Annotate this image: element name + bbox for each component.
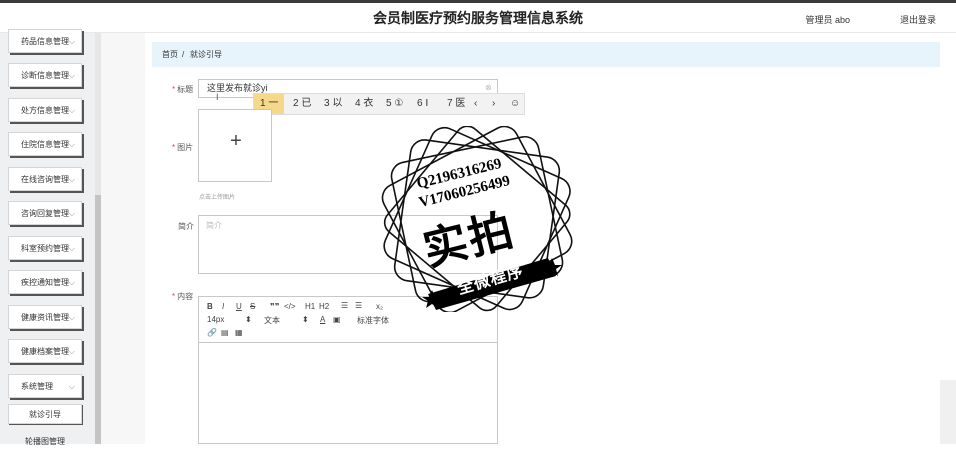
chevron-down-icon: ⌵ [68, 278, 75, 287]
chevron-down-icon: ⌵ [68, 106, 75, 115]
ime-candidate[interactable]: 7 医 [441, 94, 471, 114]
sidebar-item[interactable]: 轮播图管理 [8, 430, 82, 454]
ime-candidate[interactable]: 2 已 [287, 94, 317, 114]
sidebar-item-label: 住院信息管理 [21, 140, 69, 149]
ime-candidate-bar: 1 一2 已3 以4 衣5 ①6 Ⅰ7 医 ‹ › ☺ [253, 93, 525, 115]
underline-icon[interactable]: U [236, 302, 242, 311]
sidebar-item-label: 处方信息管理 [21, 106, 69, 115]
sidebar-item[interactable]: 在线咨询管理 ⌵ [8, 167, 82, 191]
content-gutter [101, 33, 145, 444]
ime-candidate[interactable]: 4 衣 [349, 94, 379, 114]
upload-hint: 点击上传图片 [199, 195, 236, 201]
font-color-icon[interactable]: A [320, 315, 325, 324]
sidebar-item-label: 系统管理 [21, 382, 53, 391]
code-icon[interactable]: </> [284, 302, 296, 311]
ime-candidate[interactable]: 6 Ⅰ [411, 94, 434, 114]
chevron-down-icon: ⬍ [302, 315, 309, 324]
sidebar-item[interactable]: 系统管理 ⌵ [8, 374, 82, 398]
heading1-icon[interactable]: H1 [305, 302, 315, 311]
sidebar-item[interactable]: 健康资讯管理 ⌵ [8, 305, 82, 329]
font-family-select[interactable]: 标准字体 [357, 315, 389, 326]
strike-icon[interactable]: S [250, 302, 255, 311]
chevron-down-icon: ⌵ [68, 244, 75, 253]
intro-label: 简介 [178, 222, 194, 231]
image-upload-box[interactable]: + [198, 109, 272, 182]
breadcrumb-separator: / [182, 50, 185, 59]
sidebar-item-label: 咨询回复管理 [21, 209, 69, 218]
admin-user-label: 管理员 abo [805, 15, 850, 25]
font-size-select[interactable]: 14px [207, 315, 224, 324]
sidebar-item-label: 诊断信息管理 [21, 71, 69, 80]
sidebar-item-label: 在线咨询管理 [21, 175, 69, 184]
sidebar-item[interactable]: 疾控通知管理 ⌵ [8, 270, 82, 294]
text-style-select[interactable]: 文本 [264, 315, 280, 326]
image-icon[interactable]: ▤ [221, 328, 229, 337]
heading2-icon[interactable]: H2 [319, 302, 329, 311]
chevron-down-icon: ⌵ [68, 313, 75, 322]
clear-icon[interactable]: ⊗ [485, 83, 492, 92]
ime-prev-icon[interactable]: ‹ [474, 94, 477, 114]
chevron-down-icon: ⬍ [245, 315, 252, 324]
breadcrumb-current: 就诊引导 [190, 50, 222, 59]
ime-next-icon[interactable]: › [492, 94, 495, 114]
sidebar-item[interactable]: 诊断信息管理 ⌵ [8, 63, 82, 87]
chevron-down-icon: ⌵ [68, 347, 75, 356]
chevron-down-icon: ⌵ [68, 382, 75, 391]
right-edge-shadow [940, 380, 956, 444]
sidebar-item[interactable]: 处方信息管理 ⌵ [8, 98, 82, 122]
sidebar-item-label: 轮播图管理 [25, 437, 65, 446]
sidebar-item[interactable]: 健康档案管理 ⌵ [8, 339, 82, 363]
sidebar-item-label: 科室预约管理 [21, 244, 69, 253]
watermark-stamp: Q2196316269 V17060256499 实拍 全微程序 [372, 126, 584, 312]
link-icon[interactable]: 🔗 [207, 328, 217, 337]
chevron-down-icon: ⌵ [68, 175, 75, 184]
image-label: * 图片 [172, 143, 194, 152]
background-color-icon[interactable]: ▣ [333, 315, 341, 324]
sidebar-item-label: 就诊引导 [29, 410, 61, 419]
title-label: * 标题 [172, 85, 194, 94]
sidebar-item-label: 疾控通知管理 [21, 278, 69, 287]
sidebar-item[interactable]: 科室预约管理 ⌵ [8, 236, 82, 260]
chevron-down-icon: ⌵ [68, 209, 75, 218]
chevron-down-icon: ⌵ [68, 140, 75, 149]
text-cursor-icon: I [216, 92, 219, 102]
sidebar-item[interactable]: 就诊引导 [8, 404, 82, 424]
chevron-down-icon: ⌵ [68, 37, 75, 46]
ime-emoji-icon[interactable]: ☺ [510, 94, 520, 114]
italic-icon[interactable]: I [222, 302, 224, 311]
ordered-list-icon[interactable]: ☰ [341, 301, 348, 310]
sidebar-item-label: 健康档案管理 [21, 347, 69, 356]
chevron-down-icon: ⌵ [68, 71, 75, 80]
logout-link[interactable]: 退出登录 [900, 13, 936, 26]
sidebar-item-label: 药品信息管理 [21, 37, 69, 46]
bullet-list-icon[interactable]: ☰ [355, 301, 362, 310]
video-icon[interactable]: ▦ [235, 328, 243, 337]
breadcrumb: 首页 / 就诊引导 [152, 42, 940, 67]
intro-placeholder: 简介 [206, 221, 222, 230]
content-label: * 内容 [172, 292, 194, 301]
sidebar-item-label: 健康资讯管理 [21, 313, 69, 322]
quote-icon[interactable]: ❞❞ [270, 302, 279, 311]
sidebar-item[interactable]: 药品信息管理 ⌵ [8, 29, 82, 53]
sidebar-item[interactable]: 咨询回复管理 ⌵ [8, 201, 82, 225]
ime-candidate[interactable]: 3 以 [318, 94, 348, 114]
rich-text-editor[interactable]: B I U S ❞❞ </> H1 H2 ☰ ☰ x₂ 14px ⬍ 文本 ⬍ … [198, 296, 498, 444]
bold-icon[interactable]: B [207, 302, 213, 311]
breadcrumb-home[interactable]: 首页 [162, 42, 178, 67]
ime-candidate[interactable]: 5 ① [380, 94, 409, 114]
plus-icon: + [230, 130, 242, 152]
sidebar-item[interactable]: 住院信息管理 ⌵ [8, 132, 82, 156]
top-bar: 会员制医疗预约服务管理信息系统 管理员 abo 退出登录 [0, 0, 956, 33]
